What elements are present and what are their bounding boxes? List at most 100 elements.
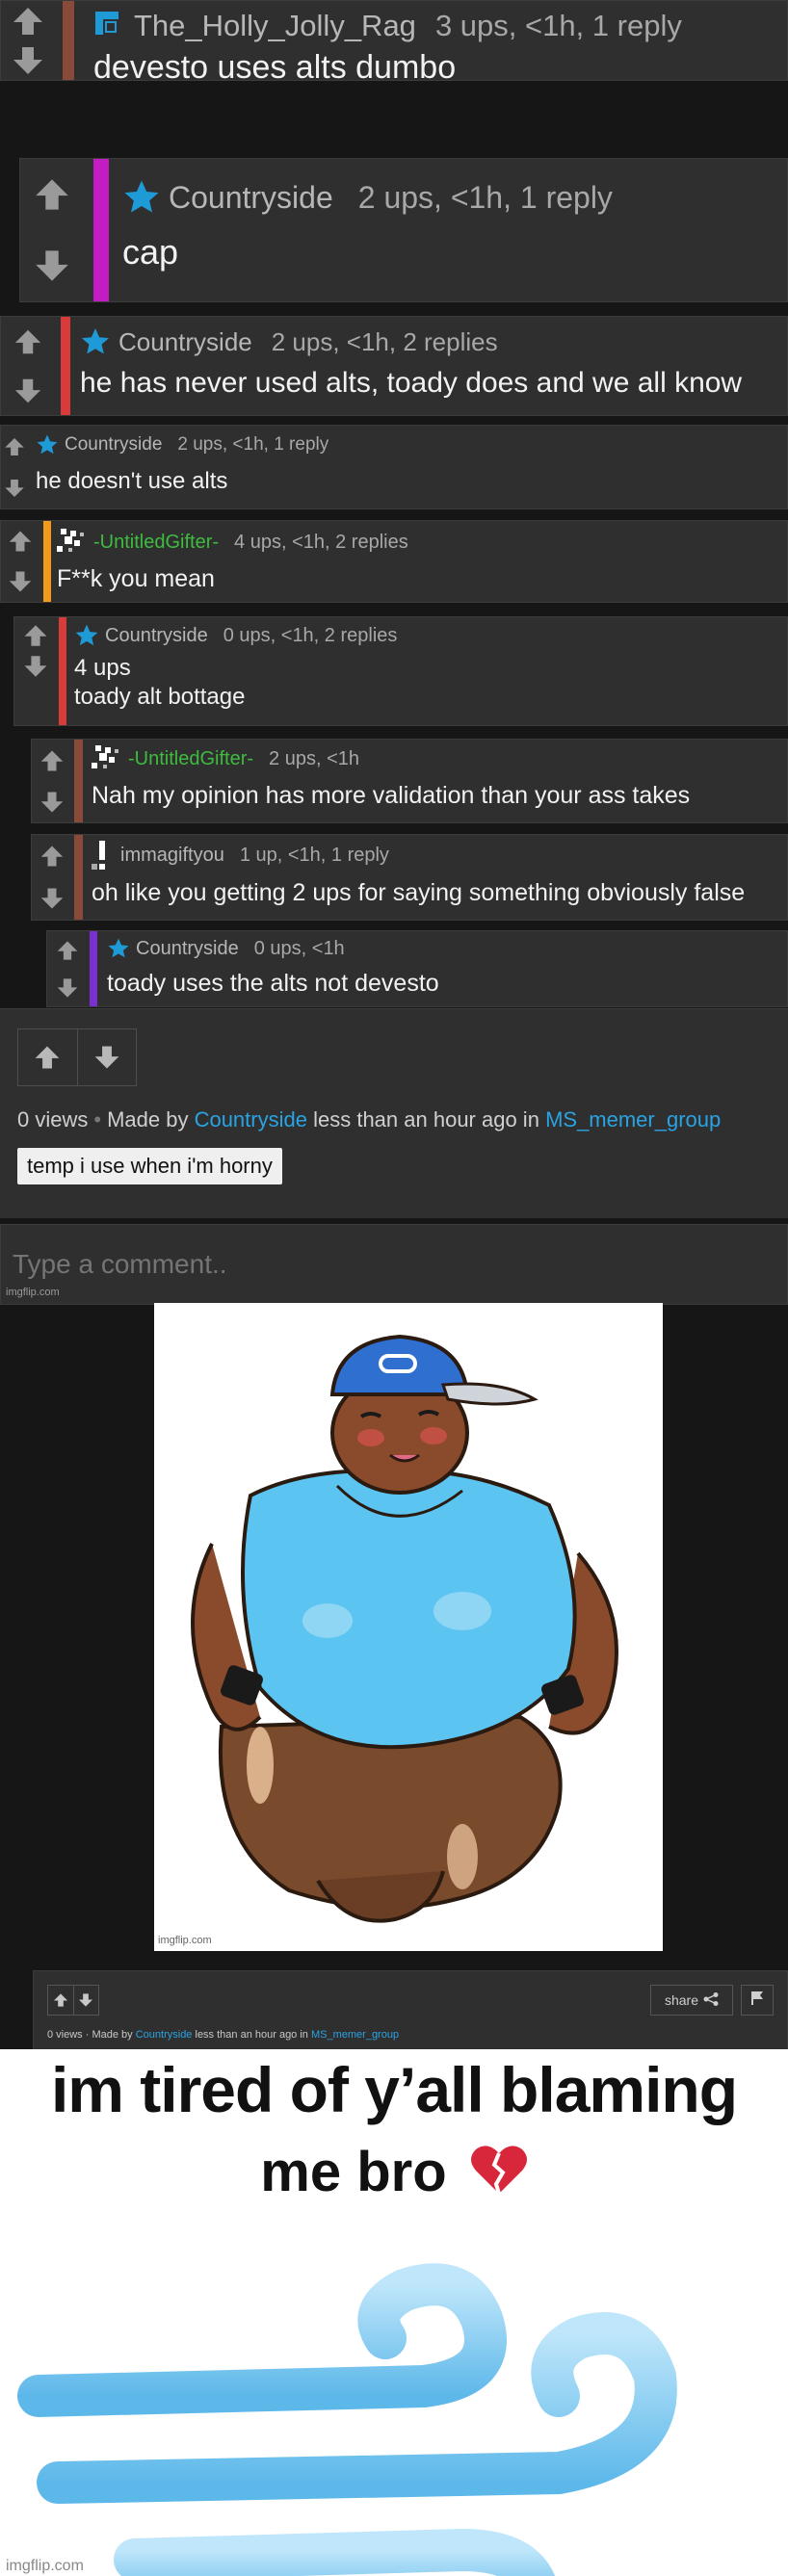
post-upvote-arrow-icon[interactable] (18, 1029, 77, 1085)
post-author-link[interactable]: Countryside (195, 1107, 307, 1132)
comment-meta: Countryside 0 ups, <1h (107, 937, 787, 960)
post-downvote-arrow-icon[interactable] (76, 1029, 137, 1085)
upvote-arrow-icon[interactable] (13, 328, 42, 355)
thread-bar (74, 835, 83, 920)
embedded-downvote-arrow-icon[interactable] (72, 1986, 99, 2015)
comment-text: 4 ups toady alt bottage (74, 654, 787, 712)
vote-controls (20, 159, 84, 301)
flag-button[interactable] (741, 1985, 774, 2016)
comment-stats: 2 ups, <1h, 1 reply (357, 179, 613, 215)
comment-text-line: toady uses the alts not devesto (107, 970, 439, 997)
downvote-arrow-icon[interactable] (4, 478, 25, 499)
comment-username[interactable]: -UntitledGifter- (93, 532, 219, 554)
meme-caption-line2: me bro (0, 2140, 788, 2209)
embedded-views: 0 views (47, 2029, 83, 2041)
comment-stats: 0 ups, <1h (253, 937, 345, 959)
downvote-arrow-icon[interactable] (56, 977, 79, 999)
post-time: less than an hour ago in (313, 1107, 539, 1132)
post-vote-box (17, 1028, 137, 1086)
downvote-arrow-icon[interactable] (39, 887, 65, 910)
comment-body: Countryside 0 ups, <1h toady uses the al… (107, 931, 787, 1006)
vote-controls (32, 740, 72, 822)
star-avatar-icon (122, 178, 161, 217)
post-tag[interactable]: temp i use when i'm horny (17, 1148, 282, 1184)
comment-text-line: 4 ups (74, 655, 131, 681)
square-logo-avatar-icon (93, 10, 126, 42)
comment-meta: Countryside 0 ups, <1h, 2 replies (74, 623, 787, 648)
comment-body: Countryside 2 ups, <1h, 1 reply cap (122, 159, 787, 301)
comment-text-line: he doesn't use alts (36, 468, 228, 494)
comment-body: Countryside 2 ups, <1h, 1 reply he doesn… (36, 426, 787, 508)
upvote-arrow-icon[interactable] (4, 436, 25, 457)
image-watermark: imgflip.com (158, 1935, 212, 1946)
comment-2: Countryside 2 ups, <1h, 1 reply cap (19, 158, 788, 302)
thread-bar (74, 740, 83, 822)
comment-text: oh like you getting 2 ups for saying som… (92, 879, 787, 907)
post-group-link[interactable]: MS_memer_group (545, 1107, 721, 1132)
comment-username[interactable]: Countryside (136, 938, 239, 960)
comment-text-line: toady alt bottage (74, 684, 246, 710)
downvote-arrow-icon[interactable] (8, 570, 33, 593)
comment-6: Countryside 0 ups, <1h, 2 replies 4 ups … (13, 616, 788, 726)
share-button[interactable]: share (650, 1985, 733, 2016)
upvote-arrow-icon[interactable] (56, 940, 79, 961)
upvote-arrow-icon[interactable] (12, 6, 44, 37)
comment-text-line: devesto uses alts dumbo (93, 49, 457, 81)
cartoon-image: imgflip.com (154, 1303, 663, 1951)
thread-bar (63, 1, 74, 80)
comment-meta: -UntitledGifter- 4 ups, <1h, 2 replies (57, 529, 787, 556)
downvote-arrow-icon[interactable] (12, 45, 44, 76)
comment-text: devesto uses alts dumbo (93, 49, 787, 81)
comment-username[interactable]: immagiftyou (120, 845, 224, 867)
comment-stats: 1 up, <1h, 1 reply (239, 844, 389, 866)
thread-bar (93, 159, 109, 301)
upvote-arrow-icon[interactable] (23, 623, 48, 648)
embedded-upvote-arrow-icon[interactable] (48, 1986, 73, 2015)
comment-meta: Countryside 2 ups, <1h, 2 replies (80, 326, 787, 357)
comment-meta: Countryside 2 ups, <1h, 1 reply (36, 433, 787, 456)
comment-1: The_Holly_Jolly_Rag 3 ups, <1h, 1 reply … (0, 0, 788, 81)
downvote-arrow-icon[interactable] (34, 248, 70, 283)
comment-body: Countryside 0 ups, <1h, 2 replies 4 ups … (74, 617, 787, 725)
post-meta: 0 views • Made by Countryside less than an… (17, 1107, 721, 1132)
vote-controls (1, 1, 55, 80)
comment-username[interactable]: Countryside (65, 434, 162, 455)
comment-text-line: Nah my opinion has more validation than … (92, 782, 691, 809)
star-avatar-icon (80, 326, 111, 357)
thread-bar (61, 317, 70, 415)
thread-bar (43, 521, 51, 602)
comment-meta: The_Holly_Jolly_Rag 3 ups, <1h, 1 reply (93, 9, 787, 43)
comment-username[interactable]: Countryside (169, 180, 333, 216)
comment-stats: 2 ups, <1h (269, 747, 359, 769)
downvote-arrow-icon[interactable] (39, 791, 65, 814)
embedded-author-link[interactable]: Countryside (136, 2029, 193, 2041)
comment-5: -UntitledGifter- 4 ups, <1h, 2 replies F… (0, 520, 788, 603)
meme-caption-line2-text: me bro (260, 2141, 447, 2203)
comment-username[interactable]: Countryside (118, 327, 252, 357)
upvote-arrow-icon[interactable] (34, 177, 70, 212)
comment-username[interactable]: -UntitledGifter- (128, 748, 253, 770)
embedded-group-link[interactable]: MS_memer_group (311, 2029, 399, 2041)
meme-image: im tired of y’all blaming me bro imgflip… (0, 2049, 788, 2576)
vote-controls (1, 521, 39, 602)
meme-watermark: imgflip.com (6, 2558, 84, 2574)
comment-input[interactable] (0, 1224, 788, 1305)
upvote-arrow-icon[interactable] (8, 530, 33, 553)
star-avatar-icon (107, 937, 130, 960)
pixel-gift-avatar-icon (57, 529, 92, 556)
thread-bar (90, 931, 97, 1006)
imgflip-watermark: imgflip.com (6, 1287, 60, 1298)
comment-username[interactable]: Countryside (105, 625, 208, 647)
meme-caption-line1: im tired of y’all blaming (50, 2054, 738, 2125)
upvote-arrow-icon[interactable] (39, 845, 65, 868)
comment-username[interactable]: The_Holly_Jolly_Rag (134, 9, 416, 43)
comment-8: immagiftyou 1 up, <1h, 1 reply oh like y… (31, 834, 788, 921)
downvote-arrow-icon[interactable] (13, 377, 42, 404)
upvote-arrow-icon[interactable] (39, 749, 65, 772)
post-made-by-label: Made by (107, 1107, 189, 1132)
comment-stats: 0 ups, <1h, 2 replies (223, 624, 398, 646)
vote-controls (14, 617, 57, 725)
embedded-post-meta: 0 views · Made by Countryside less than … (47, 2029, 400, 2041)
comment-text: he doesn't use alts (36, 468, 787, 495)
downvote-arrow-icon[interactable] (23, 654, 48, 679)
